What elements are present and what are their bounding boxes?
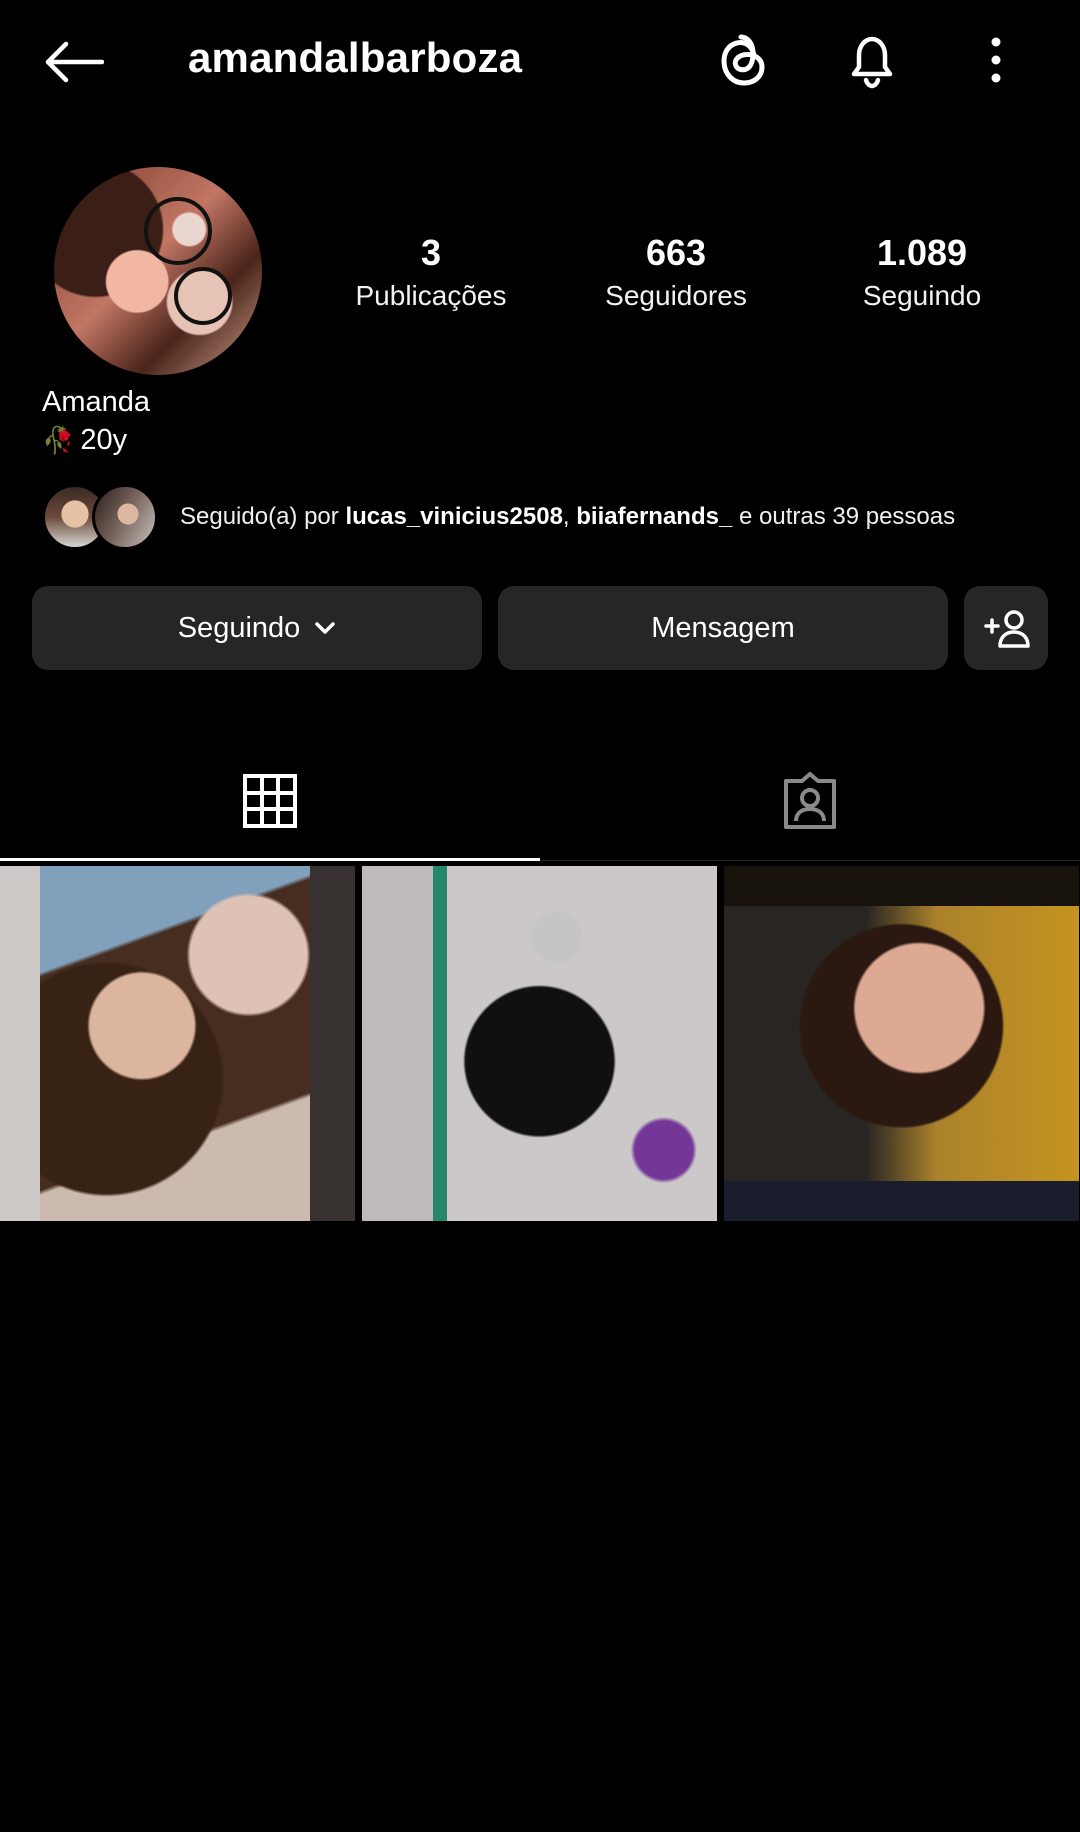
bell-icon — [851, 36, 893, 89]
grid-icon — [243, 774, 297, 828]
active-tab-indicator — [0, 858, 540, 861]
followers-count: 663 — [645, 232, 707, 273]
add-user-icon — [984, 610, 1030, 648]
followed-by-separator: , — [562, 503, 577, 530]
profile-username: amandalbarboza — [188, 34, 523, 81]
profile-full-name: Amanda — [42, 386, 151, 418]
more-vertical-icon — [991, 37, 1001, 83]
notifications-button[interactable] — [840, 28, 904, 92]
back-button[interactable] — [38, 32, 108, 92]
stat-following[interactable]: 1.089 Seguindo — [822, 230, 1022, 316]
mutual-avatar — [92, 484, 158, 550]
mutual-username[interactable]: biiafernands_ — [576, 503, 732, 530]
post-thumbnail[interactable] — [362, 866, 717, 1221]
threads-button[interactable] — [711, 28, 775, 92]
tab-posts-grid[interactable] — [0, 742, 540, 860]
avatar-detail — [144, 197, 212, 265]
post-thumbnail[interactable] — [724, 866, 1079, 1221]
back-arrow-icon — [45, 41, 104, 83]
stat-posts[interactable]: 3 Publicações — [331, 230, 531, 316]
rose-icon: 🥀 — [42, 425, 75, 455]
threads-icon — [721, 34, 765, 86]
profile-avatar[interactable] — [54, 167, 262, 375]
tagged-person-icon — [784, 772, 836, 829]
following-label: Seguindo — [862, 280, 982, 311]
posts-label: Publicações — [355, 280, 507, 311]
stat-followers[interactable]: 663 Seguidores — [576, 230, 776, 316]
following-button-label: Seguindo — [177, 611, 301, 644]
suggested-users-button[interactable] — [964, 586, 1048, 670]
following-count: 1.089 — [876, 232, 968, 273]
bio-text: 20y — [80, 424, 128, 456]
profile-bio: 🥀 20y — [42, 424, 127, 457]
posts-count: 3 — [420, 232, 442, 273]
followers-label: Seguidores — [605, 280, 747, 311]
avatar-detail — [174, 267, 232, 325]
chevron-down-icon — [315, 622, 336, 634]
followed-by-text: Seguido(a) por lucas_vinicius2508, biiaf… — [180, 503, 955, 531]
profile-tabs — [0, 742, 1080, 861]
following-button[interactable]: Seguindo — [32, 586, 482, 670]
more-options-button[interactable] — [966, 28, 1026, 92]
followed-by-prefix: Seguido(a) por — [180, 503, 346, 530]
tab-tagged[interactable] — [540, 742, 1080, 860]
post-thumbnail[interactable] — [0, 866, 355, 1221]
profile-page: amandalbarboza 3 Publicações 663 Seguido… — [0, 0, 1080, 1832]
top-bar: amandalbarboza — [0, 0, 1080, 125]
followed-by-suffix: e outras 39 pessoas — [732, 503, 956, 530]
message-button-label: Mensagem — [651, 611, 795, 644]
mutual-username[interactable]: lucas_vinicius2508 — [345, 503, 562, 530]
message-button[interactable]: Mensagem — [498, 586, 948, 670]
followed-by-row[interactable]: Seguido(a) por lucas_vinicius2508, biiaf… — [42, 482, 955, 552]
